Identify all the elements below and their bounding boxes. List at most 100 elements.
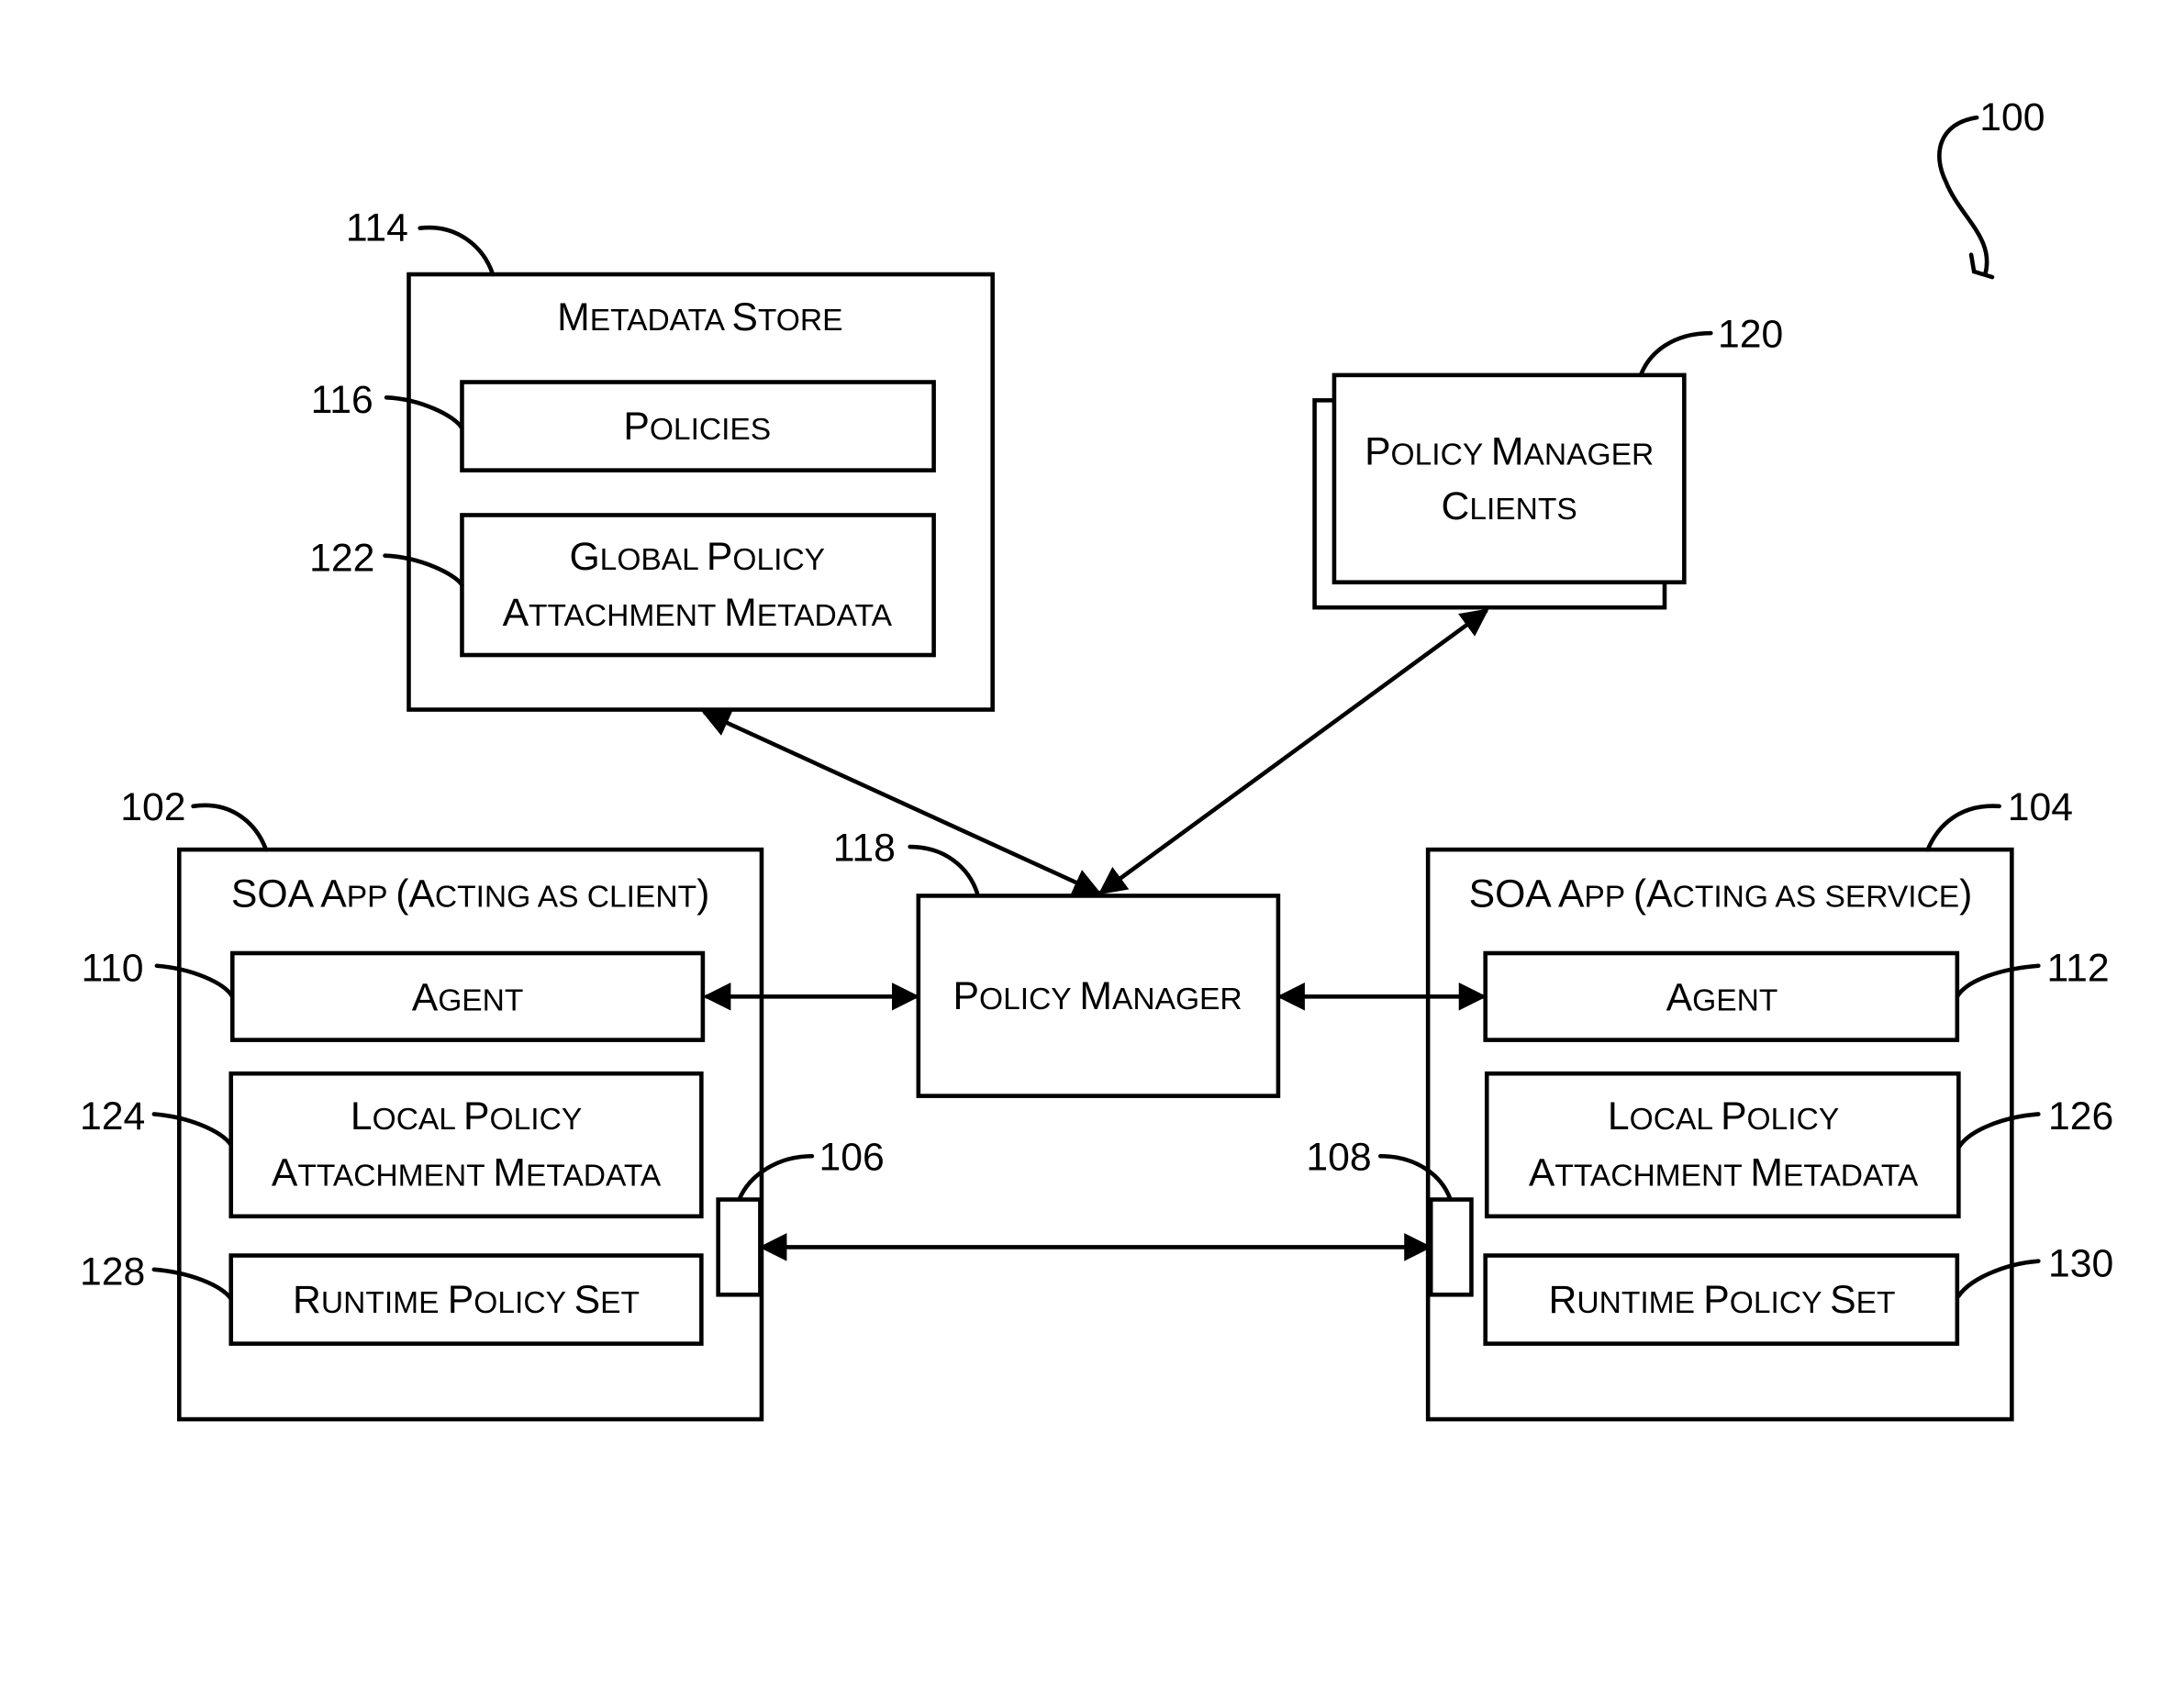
- leader-line-120: [1638, 330, 1713, 378]
- label-text-segment: R: [293, 1278, 321, 1322]
- policy-manager-clients-box: [1332, 372, 1687, 584]
- label-text-segment: LIENTS: [1469, 493, 1577, 527]
- ref-label-118: 118: [833, 826, 896, 870]
- label-text-segment: P: [1365, 430, 1390, 474]
- figure-ref-100: 100: [1937, 95, 2045, 280]
- label-text-segment: TTACHMENT: [1554, 1159, 1750, 1193]
- label-text-segment: R: [1549, 1278, 1577, 1322]
- ref-label-102: 102: [120, 785, 185, 829]
- label-text-segment: M: [724, 591, 757, 635]
- ref-label-100: 100: [1979, 95, 2045, 139]
- client-runtime-policy-block[interactable]: RUNTIME POLICY SET 128: [80, 1250, 704, 1346]
- service-app[interactable]: SOA APP (ACTING AS SERVICE) 104 AGENT 11…: [1306, 785, 2114, 1422]
- leader-line-102: [191, 803, 269, 852]
- label-text-segment: OLICY: [1730, 1286, 1830, 1320]
- label-text-segment: C: [1441, 484, 1469, 528]
- label-text-segment: L: [351, 1094, 373, 1138]
- label-text-segment: P: [707, 535, 732, 579]
- system-diagram: 100 METADATA STORE 114 POLICIES 116 GLOB…: [80, 95, 2114, 1422]
- label-text-segment: A: [272, 1150, 298, 1194]
- label-text-segment: ): [696, 872, 709, 916]
- label-text-segment: OCAL: [1630, 1103, 1721, 1137]
- label-text-segment: P: [448, 1278, 474, 1322]
- label-text-segment: A: [1666, 976, 1693, 1020]
- label-text-segment: P: [1721, 1094, 1746, 1138]
- label-text-segment: P: [623, 405, 649, 449]
- label-text-segment: TTACHMENT: [529, 599, 724, 633]
- label-text-segment: (A: [396, 872, 435, 916]
- label-text-segment: ETADATA: [757, 599, 893, 633]
- label-text-segment: S: [574, 1278, 600, 1322]
- label-text-segment: G: [569, 535, 599, 579]
- label-text-segment: UNTIME: [1577, 1286, 1703, 1320]
- label-text-segment: OLICIES: [650, 413, 771, 447]
- ref-label-104: 104: [2008, 785, 2073, 829]
- label-text-segment: (A: [1633, 872, 1673, 916]
- label-text-segment: A: [1529, 1150, 1555, 1194]
- service-port-box: [1428, 1197, 1474, 1297]
- policy-manager[interactable]: POLICY MANAGER 118: [833, 826, 1281, 1098]
- policies-block[interactable]: POLICIES 116: [311, 378, 936, 472]
- ref-label-110: 110: [81, 947, 143, 991]
- label-text-segment: PP: [1584, 881, 1632, 915]
- label-text-segment: OLICY: [979, 983, 1079, 1016]
- ref-label-128: 128: [80, 1250, 145, 1294]
- label-text-segment: A: [412, 976, 439, 1020]
- label-text-segment: OLICY: [1391, 439, 1491, 472]
- ref-label-120: 120: [1718, 312, 1783, 356]
- policy-manager-clients[interactable]: POLICY MANAGER CLIENTS 120: [1312, 312, 1784, 610]
- label-text-segment: CTING AS CLIENT: [435, 881, 696, 915]
- label-text-segment: TORE: [758, 304, 843, 338]
- label-text-segment: UNTIME: [321, 1286, 448, 1320]
- label-text-segment: S: [1830, 1278, 1855, 1322]
- client-agent-block[interactable]: AGENT 110: [81, 947, 706, 1042]
- label-text-segment: P: [463, 1094, 489, 1138]
- squiggle-arrow-icon: [1937, 115, 1989, 277]
- label-text-segment: SOA A: [1469, 872, 1585, 916]
- label-text-segment: ANAGER: [1524, 439, 1655, 472]
- label-text-segment: OLICY: [490, 1103, 583, 1137]
- label-text-segment: CTING AS SERVICE: [1673, 881, 1960, 915]
- ref-label-124: 124: [80, 1094, 145, 1138]
- client-local-policy-block[interactable]: LOCAL POLICY ATTACHMENT METADATA 124: [80, 1071, 704, 1219]
- label-text-segment: ETADATA: [526, 1159, 662, 1193]
- ref-label-122: 122: [309, 536, 374, 580]
- label-text-segment: OLICY: [732, 543, 825, 577]
- leader-line-118: [908, 844, 980, 895]
- label-text-segment: OLICY: [1747, 1103, 1840, 1137]
- client-app[interactable]: SOA APP (ACTING AS CLIENT) 102 AGENT 110…: [80, 785, 885, 1422]
- ref-label-116: 116: [311, 378, 373, 422]
- global-policy-block[interactable]: GLOBAL POLICY ATTACHMENT METADATA 122: [309, 513, 936, 658]
- label-text-segment: LOBAL: [600, 543, 707, 577]
- label-text-segment: OCAL: [373, 1103, 463, 1137]
- global-policy-box: [460, 513, 936, 658]
- label-text-segment: L: [1608, 1094, 1630, 1138]
- label-text-segment: ETADATA: [590, 304, 732, 338]
- label-text-segment: M: [1750, 1150, 1783, 1194]
- ref-label-114: 114: [346, 205, 408, 250]
- label-text-segment: P: [953, 974, 979, 1018]
- ref-label-106: 106: [819, 1135, 885, 1179]
- label-text-segment: A: [503, 591, 529, 635]
- label-text-segment: ANAGER: [1112, 983, 1242, 1016]
- label-text-segment: OLICY: [474, 1286, 574, 1320]
- service-local-policy-block[interactable]: LOCAL POLICY ATTACHMENT METADATA 126: [1484, 1071, 2113, 1219]
- label-text-segment: M: [1079, 974, 1112, 1018]
- label-text-segment: SOA A: [231, 872, 347, 916]
- metadata-store[interactable]: METADATA STORE 114 POLICIES 116 GLOBAL P…: [309, 205, 995, 712]
- label-text-segment: ): [1959, 872, 1972, 916]
- label-text-segment: TTACHMENT: [297, 1159, 493, 1193]
- label-text-segment: ET: [600, 1286, 640, 1320]
- label-text-segment: P: [1703, 1278, 1729, 1322]
- label-text-segment: GENT: [438, 984, 523, 1018]
- service-agent-block[interactable]: AGENT 112: [1483, 947, 2110, 1042]
- client-port-box: [716, 1197, 763, 1297]
- label-text-segment: GENT: [1692, 984, 1777, 1018]
- leader-line-114: [418, 225, 496, 277]
- label-text-segment: M: [1491, 430, 1524, 474]
- label-text-segment: ET: [1856, 1286, 1896, 1320]
- arrowhead-icon: [1968, 252, 1995, 280]
- ref-label-126: 126: [2048, 1094, 2113, 1138]
- label-text-segment: S: [731, 295, 757, 339]
- service-runtime-policy-block[interactable]: RUNTIME POLICY SET 130: [1483, 1241, 2114, 1346]
